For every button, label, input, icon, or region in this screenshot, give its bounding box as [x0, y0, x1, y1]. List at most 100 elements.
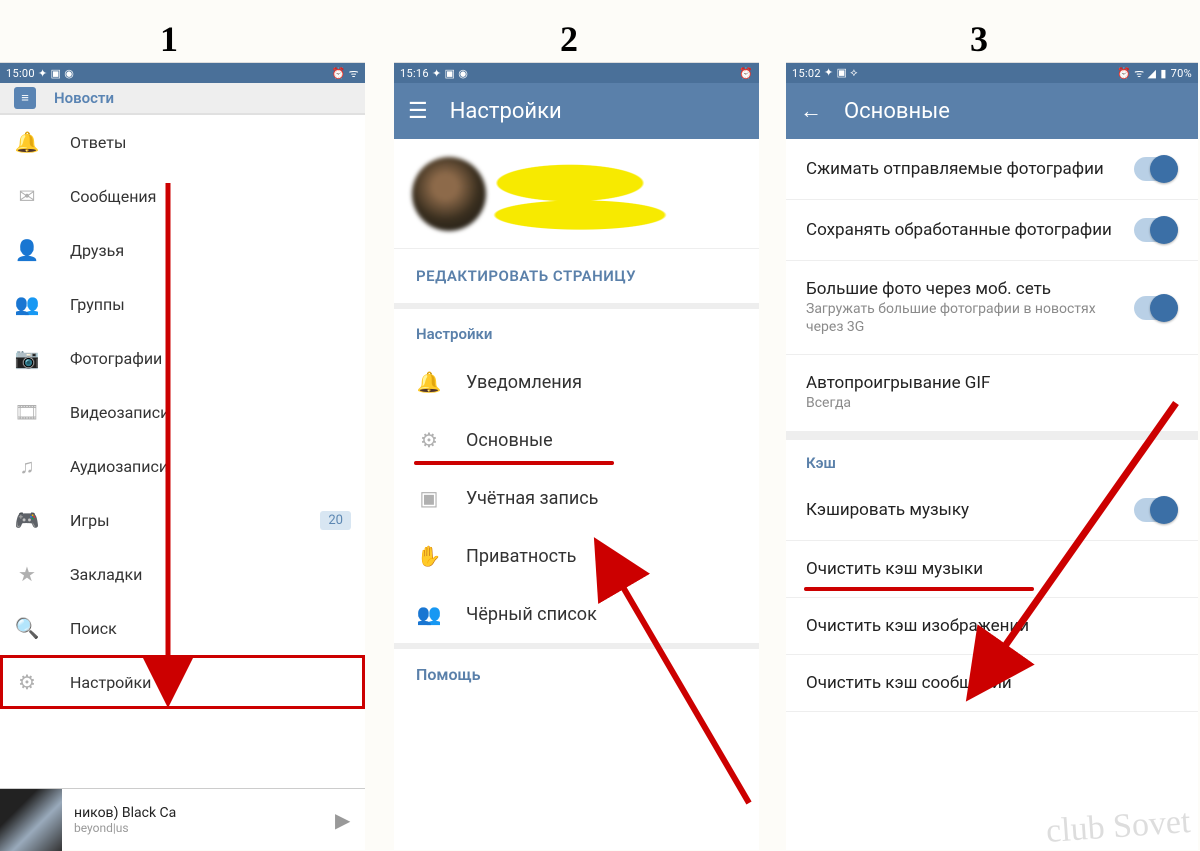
phone-2: 15:16 ✦ ▣ ◉ ⏰ ☰ Настройки РЕДАКТИРОВАТЬ …: [394, 62, 759, 850]
profile-row[interactable]: [394, 139, 759, 249]
cache-row-3[interactable]: Очистить кэш сообщений: [786, 655, 1198, 712]
toggle-switch[interactable]: [1134, 498, 1178, 522]
album-art: [0, 789, 62, 851]
cache-title: Очистить кэш изображений: [806, 616, 1178, 636]
menu-item-5[interactable]: 🎞 Видеозаписи: [0, 385, 365, 439]
option-subtitle: Загружать большие фотографии в новостях …: [806, 301, 1126, 336]
toggle-switch[interactable]: [1134, 157, 1178, 181]
menu-item-label: Игры: [70, 511, 110, 530]
badge: 20: [320, 511, 351, 530]
status-icons: ✦ ▣ ◉: [432, 67, 468, 80]
audio-player[interactable]: ников) Black Ca beyond|us ▶: [0, 788, 365, 850]
settings-item-icon: ✋: [416, 544, 442, 568]
step-label-3: 3: [970, 18, 988, 60]
menu-item-icon: ★: [14, 562, 40, 586]
settings-item-label: Уведомления: [466, 372, 582, 393]
cache-row-2[interactable]: Очистить кэш изображений: [786, 598, 1198, 655]
menu-item-7[interactable]: 🎮 Игры 20: [0, 493, 365, 547]
menu-item-label: Сообщения: [70, 187, 156, 206]
menu-item-icon: ♫: [14, 454, 40, 479]
menu-item-icon: 🎮: [14, 508, 40, 532]
status-right: ⏰: [739, 67, 753, 80]
menu-item-label: Фотографии: [70, 349, 162, 368]
menu-item-label: Друзья: [70, 241, 124, 260]
app-header: ← Основные: [786, 83, 1198, 139]
battery-pct: 70%: [1171, 67, 1192, 80]
hamburger-icon[interactable]: ☰: [408, 99, 428, 124]
app-header: ☰ Настройки: [394, 83, 759, 139]
menu-item-icon: 👥: [14, 292, 40, 316]
status-bar: 15:16 ✦ ▣ ◉ ⏰: [394, 63, 759, 83]
avatar: [412, 157, 486, 231]
menu-item-8[interactable]: ★ Закладки: [0, 547, 365, 601]
watermark: club Sovet: [1045, 808, 1191, 845]
section-settings: Настройки: [394, 309, 759, 353]
settings-item-icon: 👥: [416, 602, 442, 626]
edit-page-link[interactable]: РЕДАКТИРОВАТЬ СТРАНИЦУ: [394, 249, 759, 309]
menu-item-2[interactable]: 👤 Друзья: [0, 223, 365, 277]
settings-item-2[interactable]: ▣ Учётная запись: [394, 469, 759, 527]
option-row-1[interactable]: Сохранять обработанные фотографии: [786, 200, 1198, 261]
menu-item-icon: 🔍: [14, 616, 40, 640]
status-bar: 15:00 ✦ ▣ ◉ ⏰ ᯤ: [0, 63, 365, 83]
menu-item-9[interactable]: 🔍 Поиск: [0, 601, 365, 655]
settings-item-icon: ⚙: [416, 428, 442, 452]
settings-item-0[interactable]: 🔔 Уведомления: [394, 353, 759, 411]
option-row-3[interactable]: Автопроигрывание GIFВсегда: [786, 355, 1198, 432]
back-icon[interactable]: ←: [800, 98, 822, 124]
menu-item-label: Закладки: [70, 565, 142, 584]
cache-row-0[interactable]: Кэшировать музыку: [786, 480, 1198, 541]
cache-title: Кэшировать музыку: [806, 500, 1126, 520]
cache-title: Очистить кэш музыки: [806, 559, 1178, 579]
header-title: Основные: [844, 99, 950, 124]
settings-item-icon: 🔔: [416, 370, 442, 394]
settings-item-icon: ▣: [416, 486, 442, 510]
menu-item-4[interactable]: 📷 Фотографии: [0, 331, 365, 385]
status-icons: ✦ ▣ ⟡: [824, 66, 858, 80]
cache-title: Очистить кэш сообщений: [806, 673, 1178, 693]
status-right: ⏰ ᯤ ◢: [1117, 66, 1156, 81]
settings-item-1[interactable]: ⚙ Основные: [394, 411, 759, 469]
status-icons: ✦ ▣ ◉: [38, 67, 74, 80]
option-row-2[interactable]: Большие фото через моб. сетьЗагружать бо…: [786, 261, 1198, 355]
cache-row-1[interactable]: Очистить кэш музыки: [786, 541, 1198, 598]
menu-item-icon: 🎞: [14, 400, 40, 424]
menu-header[interactable]: ≡ Новости: [0, 83, 365, 115]
toggle-switch[interactable]: [1134, 296, 1178, 320]
status-time: 15:16: [400, 67, 429, 80]
option-title: Большие фото через моб. сеть: [806, 279, 1126, 299]
status-time: 15:00: [6, 67, 35, 80]
menu-item-6[interactable]: ♫ Аудиозаписи: [0, 439, 365, 493]
menu-item-icon: ⚙: [14, 670, 40, 694]
option-title: Автопроигрывание GIF: [806, 373, 1178, 393]
menu-item-icon: 📷: [14, 346, 40, 370]
news-icon: ≡: [14, 87, 36, 109]
play-icon[interactable]: ▶: [335, 808, 365, 832]
status-time: 15:02: [792, 67, 821, 80]
help-section[interactable]: Помощь: [394, 649, 759, 700]
step-label-2: 2: [560, 18, 578, 60]
menu-item-label: Настройки: [70, 673, 151, 692]
menu-item-label: Группы: [70, 295, 125, 314]
option-row-0[interactable]: Сжимать отправляемые фотографии: [786, 139, 1198, 200]
menu-item-label: Ответы: [70, 133, 126, 152]
menu-item-icon: ✉: [14, 184, 40, 208]
settings-item-4[interactable]: 👥 Чёрный список: [394, 585, 759, 643]
menu-item-label: Аудиозаписи: [70, 457, 168, 476]
option-title: Сжимать отправляемые фотографии: [806, 159, 1126, 179]
phone-1: 15:00 ✦ ▣ ◉ ⏰ ᯤ ≡ Новости 🔔 Ответы✉ Сооб…: [0, 62, 365, 850]
track-title: ников) Black Ca: [74, 805, 323, 821]
menu-item-0[interactable]: 🔔 Ответы: [0, 115, 365, 169]
menu-item-10[interactable]: ⚙ Настройки: [0, 655, 365, 709]
status-bar: 15:02 ✦ ▣ ⟡ ⏰ ᯤ ◢ ▮70%: [786, 63, 1198, 83]
menu-item-1[interactable]: ✉ Сообщения: [0, 169, 365, 223]
toggle-switch[interactable]: [1134, 218, 1178, 242]
settings-item-label: Основные: [466, 430, 553, 451]
menu-item-3[interactable]: 👥 Группы: [0, 277, 365, 331]
cache-section-label: Кэш: [786, 440, 1198, 480]
settings-item-3[interactable]: ✋ Приватность: [394, 527, 759, 585]
menu-item-icon: 🔔: [14, 130, 40, 154]
option-title: Сохранять обработанные фотографии: [806, 220, 1126, 240]
menu-item-label: Видеозаписи: [70, 403, 169, 422]
phone-3: 15:02 ✦ ▣ ⟡ ⏰ ᯤ ◢ ▮70% ← Основные Сжимат…: [786, 62, 1198, 850]
